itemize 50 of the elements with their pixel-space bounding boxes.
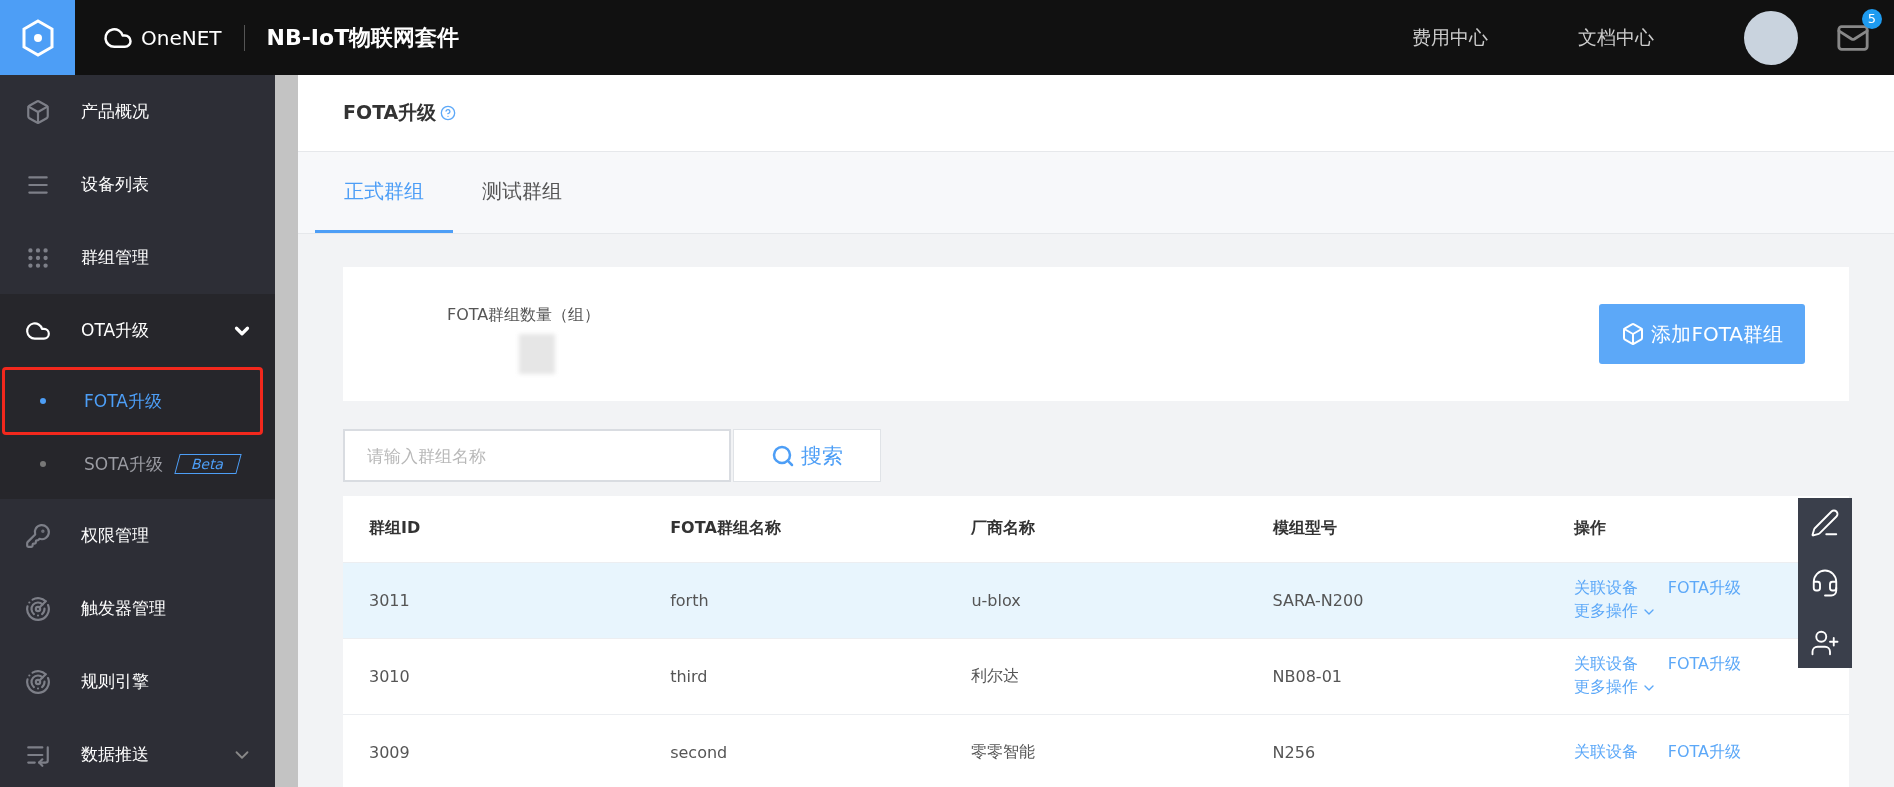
edit-icon[interactable] bbox=[1810, 508, 1840, 538]
subitem-label: SOTA升级 bbox=[84, 452, 163, 476]
search-icon bbox=[771, 443, 795, 468]
logo-icon[interactable] bbox=[0, 0, 75, 75]
table-cell: 零零智能 bbox=[945, 714, 1247, 787]
notification-count: 5 bbox=[1862, 8, 1882, 29]
add-user-icon[interactable] bbox=[1810, 628, 1840, 658]
table-cell: forth bbox=[644, 562, 946, 638]
table-cell: 3010 bbox=[343, 638, 645, 714]
signal-icon bbox=[25, 595, 51, 622]
headset-icon[interactable] bbox=[1810, 568, 1840, 598]
table-cell: 利尔达 bbox=[945, 638, 1247, 714]
table-cell: 3011 bbox=[343, 562, 645, 638]
suite-title: NB-IoT物联网套件 bbox=[266, 23, 460, 52]
page-title: FOTA升级 bbox=[343, 100, 437, 125]
beta-badge: Beta bbox=[174, 454, 242, 474]
table-cell: u-blox bbox=[945, 562, 1247, 638]
table-cell: 3009 bbox=[343, 714, 645, 787]
cube-icon bbox=[25, 98, 51, 125]
key-icon bbox=[25, 522, 51, 549]
nav-link[interactable]: 文档中心 bbox=[1578, 24, 1654, 51]
table-cell: SARA-N200 bbox=[1246, 562, 1548, 638]
sidebar-item[interactable]: 产品概况 bbox=[0, 75, 275, 148]
avatar[interactable] bbox=[1744, 10, 1798, 65]
search-field[interactable]: 请输入群组名称 bbox=[343, 429, 731, 482]
target-icon bbox=[25, 668, 51, 695]
sidebar-item[interactable]: 触发器管理 bbox=[0, 572, 275, 645]
subitem-label: FOTA升级 bbox=[84, 389, 162, 413]
column-header: 模组型号 bbox=[1246, 496, 1548, 562]
sidebar-item[interactable]: 规则引擎 bbox=[0, 645, 275, 718]
brand-name: OneNET bbox=[141, 25, 222, 50]
sidebar-subitem[interactable]: FOTA升级 bbox=[2, 367, 263, 435]
cube-icon bbox=[1621, 322, 1646, 346]
table-cell: NB08-01 bbox=[1246, 638, 1548, 714]
nav-link[interactable]: 费用中心 bbox=[1412, 24, 1488, 51]
tab[interactable]: 测试群组 bbox=[453, 152, 591, 233]
group-count-label: FOTA群组数量（组） bbox=[447, 305, 601, 326]
table-cell: N256 bbox=[1246, 714, 1548, 787]
table-cell: second bbox=[644, 714, 946, 787]
column-header: 厂商名称 bbox=[945, 496, 1247, 562]
sidebar-item[interactable]: 权限管理 bbox=[0, 499, 275, 572]
sidebar-item[interactable]: 数据推送 bbox=[0, 718, 275, 787]
sidebar-item[interactable]: 群组管理 bbox=[0, 221, 275, 294]
scrollbar[interactable] bbox=[275, 75, 298, 787]
sidebar-item[interactable]: OTA升级 bbox=[0, 294, 275, 367]
sidebar-subitem[interactable]: SOTA升级 Beta bbox=[2, 435, 263, 493]
table-cell: third bbox=[644, 638, 946, 714]
column-header: FOTA群组名称 bbox=[644, 496, 946, 562]
sidebar-item[interactable]: 设备列表 bbox=[0, 148, 275, 221]
column-header: 群组ID bbox=[343, 496, 645, 562]
